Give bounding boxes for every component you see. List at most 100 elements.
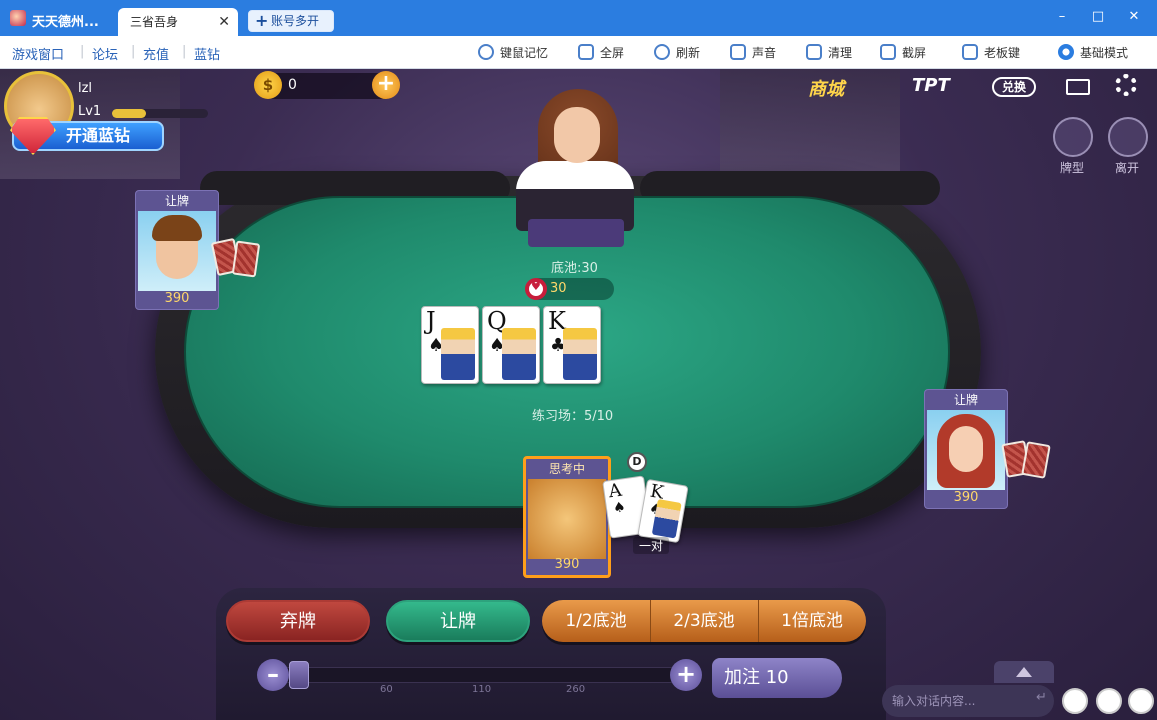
slider-tick: 260 <box>566 684 586 695</box>
gear-icon[interactable] <box>1115 74 1137 96</box>
pot-label: 底池:30 <box>551 261 598 276</box>
half-pot-button[interactable]: 1/2底池 <box>542 600 650 642</box>
raise-slider-handle[interactable] <box>289 661 309 689</box>
exchange-button[interactable]: 兑换 <box>992 77 1037 97</box>
player-avatar <box>138 211 216 291</box>
pot-chip-value: 30 <box>550 281 567 296</box>
hero-seat[interactable]: 思考中 390 <box>523 456 611 578</box>
check-button[interactable]: 让牌 <box>386 600 530 642</box>
camera-icon <box>880 44 896 60</box>
user-level: Lv1 <box>78 104 102 119</box>
avatar-face <box>949 426 983 472</box>
enter-icon[interactable]: ↵ <box>1036 690 1047 705</box>
player-status: 让牌 <box>953 393 978 407</box>
nav-separator: | <box>131 44 136 59</box>
player-chips: 390 <box>164 291 190 306</box>
community-card: J ♠ <box>421 306 479 384</box>
vip-button-label: 开通蓝钻 <box>66 126 131 145</box>
add-coins-button[interactable]: + <box>372 71 400 99</box>
tool-fullscreen[interactable]: 全屏 <box>578 43 624 63</box>
hero-hole-card: K ♠ <box>637 478 689 544</box>
tool-label: 老板键 <box>984 46 1021 60</box>
two-thirds-pot-button[interactable]: 2/3底池 <box>650 600 758 642</box>
coin-icon: $ <box>254 71 282 99</box>
level-progress-fill <box>112 109 146 118</box>
tool-basic-mode[interactable]: 基础模式 <box>1058 43 1128 63</box>
nav-forum[interactable]: 论坛 <box>92 44 118 63</box>
hero-status: 思考中 <box>548 462 585 476</box>
decrease-raise-button[interactable]: – <box>257 659 289 691</box>
game-area: 底池:30 30 J ♠ Q ♠ K ♣ 练习场：5/10 让牌 390 让牌 … <box>0 69 1157 720</box>
tool-label: 声音 <box>752 46 777 60</box>
card-back <box>231 240 261 278</box>
tool-label: 键鼠记忆 <box>500 46 549 60</box>
tool-boss-key[interactable]: 老板键 <box>962 43 1020 63</box>
title-bar: 天天德州... 三省吾身 ✕ + 账号多开 – □ ✕ <box>0 0 1157 36</box>
toolbar: 游戏窗口 | 论坛 | 充值 | 蓝钻 键鼠记忆 全屏 刷新 声音 清理 截屏 … <box>0 36 1157 69</box>
dealer-face <box>554 107 600 163</box>
nav-separator: | <box>80 44 85 59</box>
tab-active[interactable]: 三省吾身 ✕ <box>118 8 238 36</box>
avatar-hair <box>152 215 202 241</box>
player-seat-right[interactable]: 让牌 390 <box>924 389 1008 509</box>
leave-label: 离开 <box>1115 161 1140 175</box>
spade-icon: ♠ <box>612 499 627 517</box>
message-icon[interactable] <box>1128 688 1154 714</box>
chat-expand-button[interactable] <box>994 661 1054 683</box>
card-rank: J <box>426 307 436 335</box>
tool-key-memory[interactable]: 键鼠记忆 <box>478 43 548 63</box>
hand-strength-label: 一对 <box>633 537 670 554</box>
fullscreen-icon <box>578 44 594 60</box>
tab-label: 三省吾身 <box>130 15 179 29</box>
jack-face-art <box>441 328 475 380</box>
boss-key-icon <box>962 44 978 60</box>
player-chips: 390 <box>953 490 979 505</box>
refresh-icon <box>654 44 670 60</box>
new-tab-label: 账号多开 <box>271 14 320 28</box>
dealer-avatar <box>508 89 642 249</box>
king-face-art <box>651 498 682 539</box>
king-face-art <box>563 328 597 380</box>
app-icon <box>10 10 26 26</box>
tool-refresh[interactable]: 刷新 <box>654 43 700 63</box>
hand-types-button[interactable] <box>1053 117 1093 157</box>
diamond-icon <box>10 117 56 155</box>
chat-input[interactable]: 输入对话内容... <box>882 685 1054 717</box>
player-avatar <box>927 410 1005 490</box>
raise-slider-track[interactable] <box>272 667 678 683</box>
tpt-button[interactable]: TPT <box>912 75 950 96</box>
tab-close-icon[interactable]: ✕ <box>218 8 230 36</box>
emoji-icon[interactable] <box>1096 688 1122 714</box>
full-pot-button[interactable]: 1倍底池 <box>758 600 866 642</box>
nav-recharge[interactable]: 充值 <box>143 44 169 63</box>
card-back <box>1021 441 1051 479</box>
open-vip-button[interactable]: 开通蓝钻 <box>10 117 164 155</box>
trash-icon <box>806 44 822 60</box>
player-seat-left[interactable]: 让牌 390 <box>135 190 219 310</box>
pot-bet-group: 1/2底池 2/3底池 1倍底池 <box>542 600 866 642</box>
mouse-icon <box>478 44 494 60</box>
tool-clean[interactable]: 清理 <box>806 43 852 63</box>
raise-button[interactable]: 加注 10 <box>712 658 842 698</box>
shop-button[interactable]: 商城 <box>808 75 844 101</box>
mail-icon[interactable] <box>1066 79 1090 95</box>
new-account-tab-button[interactable]: + 账号多开 <box>248 10 334 32</box>
level-progress-bar <box>112 109 208 118</box>
dealer-button: D <box>627 452 647 472</box>
fold-button[interactable]: 弃牌 <box>226 600 370 642</box>
nav-game-window[interactable]: 游戏窗口 <box>12 44 64 63</box>
tool-screenshot[interactable]: 截屏 <box>880 43 926 63</box>
close-window-button[interactable]: ✕ <box>1122 6 1146 28</box>
increase-raise-button[interactable]: + <box>670 659 702 691</box>
user-name: lzl <box>78 81 93 96</box>
tool-label: 清理 <box>828 46 853 60</box>
minimize-button[interactable]: – <box>1050 6 1074 28</box>
leave-button[interactable] <box>1108 117 1148 157</box>
block-icon[interactable] <box>1062 688 1088 714</box>
tool-sound[interactable]: 声音 <box>730 43 776 63</box>
app-title[interactable]: 天天德州... <box>32 11 99 30</box>
maximize-button[interactable]: □ <box>1086 6 1110 28</box>
nav-blue-diamond[interactable]: 蓝钻 <box>194 44 220 63</box>
dealer-chair <box>528 219 624 247</box>
tool-label: 刷新 <box>676 46 701 60</box>
